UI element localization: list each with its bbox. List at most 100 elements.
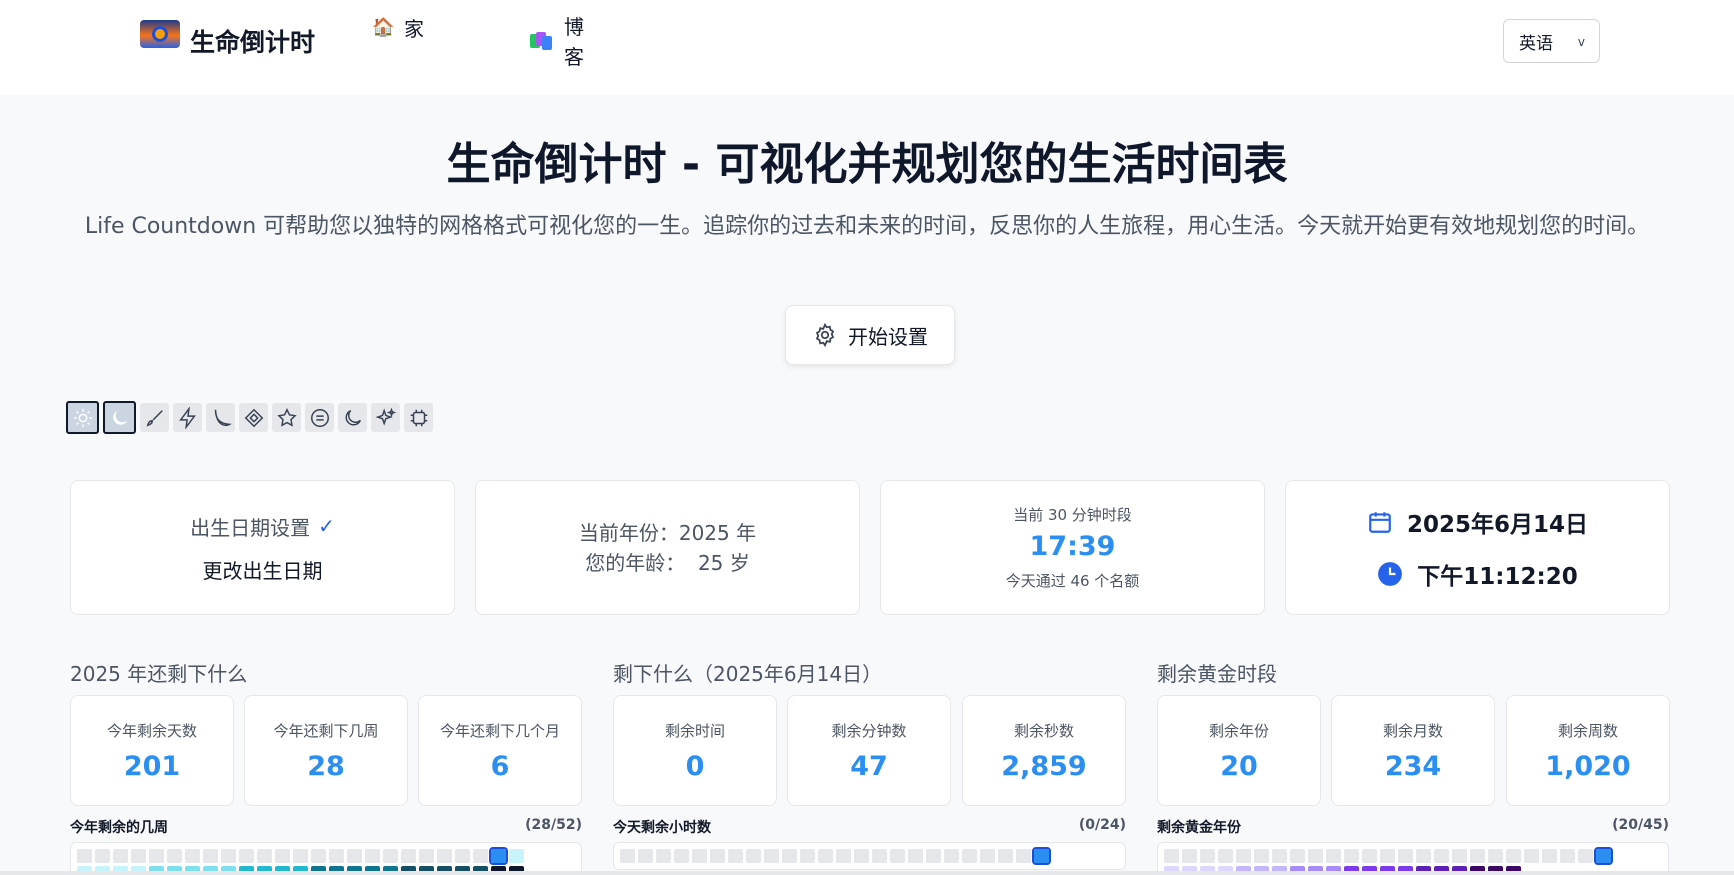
stat-value: 2,859 [1001, 750, 1087, 782]
gear-icon [815, 322, 835, 348]
theme-crescent-button[interactable] [206, 403, 235, 432]
current-year: 当前年份：2025 年 [578, 520, 757, 545]
year-age-card: 当前年份：2025 年 您的年龄： 25 岁 [475, 480, 860, 615]
grid-cell [1542, 849, 1557, 863]
theme-minimal-button[interactable] [305, 403, 334, 432]
stat-value: 47 [850, 750, 888, 782]
grid-cell [401, 849, 416, 863]
grid-cell [1398, 849, 1413, 863]
grid-cell [419, 849, 434, 863]
grid-cell [113, 849, 128, 863]
stat-value: 0 [685, 750, 705, 782]
nav-blog-link[interactable]: 博客 [530, 12, 586, 72]
moon-outline-icon [345, 409, 361, 425]
time-slot-value: 17:39 [1029, 531, 1116, 562]
grid-cell [674, 849, 689, 863]
grid-cell [890, 849, 905, 863]
minus-circle-icon [310, 408, 329, 427]
chevron-down-icon: v [1577, 35, 1585, 49]
weeks-grid-title: 今年剩余的几周 [70, 820, 168, 836]
grid-cell [1308, 849, 1323, 863]
grid-cell [1434, 849, 1449, 863]
top-navigation-bar: 生命倒计时 🏠 家 博客 英语 v [0, 0, 1734, 95]
theme-dark-button[interactable] [103, 401, 136, 434]
current-date: 2025年6月14日 [1406, 511, 1589, 538]
grid-cell [1032, 847, 1051, 865]
golden-years-grid-count: (20/45) [1612, 817, 1669, 833]
stat-label: 剩余分钟数 [831, 721, 907, 740]
grid-cell [1416, 849, 1431, 863]
stat-label: 今年剩余天数 [106, 721, 197, 740]
grid-cell [1272, 849, 1287, 863]
section-title-today: 剩下什么（2025年6月14日） [613, 662, 883, 686]
time-slot-note: 今天通过 46 个名额 [1005, 572, 1140, 590]
hours-grid-count: (0/24) [1078, 817, 1126, 833]
grid-cell [836, 849, 851, 863]
theme-art-button[interactable] [140, 403, 169, 432]
stat-card: 今年还剩下几个月 6 [418, 695, 582, 806]
stat-card: 今年剩余天数 201 [70, 695, 234, 806]
brand-title[interactable]: 生命倒计时 [190, 23, 315, 59]
current-age: 您的年龄： 25 岁 [585, 550, 750, 575]
grid-cell [1578, 849, 1593, 863]
grid-cell [275, 849, 290, 863]
change-birth-date-link[interactable]: 更改出生日期 [203, 555, 323, 584]
theme-tag-button[interactable] [239, 403, 268, 432]
sun-icon [73, 408, 92, 427]
nav-home-link[interactable]: 🏠 家 [372, 13, 424, 42]
grid-cell [167, 849, 182, 863]
grid-cell [1506, 849, 1521, 863]
grid-cell [1016, 849, 1031, 863]
grid-cell [1164, 849, 1179, 863]
grid-cell [329, 849, 344, 863]
grid-cell [926, 849, 941, 863]
grid-cell [1560, 849, 1575, 863]
theme-sparkle-button[interactable] [371, 403, 400, 432]
logo-icon[interactable] [140, 20, 180, 48]
grid-cell [257, 849, 272, 863]
nav-home-label: 家 [404, 17, 424, 41]
grid-cell [1182, 849, 1197, 863]
grid-cell [221, 849, 236, 863]
theme-night-button[interactable] [338, 403, 367, 432]
stat-label: 剩余周数 [1557, 721, 1618, 740]
grid-cell [95, 849, 110, 863]
theme-light-button[interactable] [66, 401, 99, 434]
section-title-year: 2025 年还剩下什么 [70, 662, 248, 686]
tag-icon [244, 408, 263, 427]
stat-value: 1,020 [1545, 750, 1631, 782]
grid-cell [509, 849, 524, 863]
nav-blog-label: 博客 [564, 15, 584, 69]
grid-cell [1290, 849, 1305, 863]
moon-icon [112, 410, 127, 425]
start-setup-label: 开始设置 [848, 324, 928, 349]
lightning-icon [178, 406, 196, 429]
brush-icon [146, 409, 163, 426]
theme-energy-button[interactable] [173, 403, 202, 432]
grid-cell [1488, 849, 1503, 863]
grid-cell [1200, 849, 1215, 863]
grid-cell [800, 849, 815, 863]
grid-cell [185, 849, 200, 863]
birth-date-card[interactable]: 出生日期设置 ✓ 更改出生日期 [70, 480, 455, 615]
language-select[interactable]: 英语 v [1503, 19, 1600, 63]
crescent-icon [214, 409, 232, 426]
grid-cell [1326, 849, 1341, 863]
grid-cell [383, 849, 398, 863]
grid-cell [908, 849, 923, 863]
theme-tech-button[interactable] [404, 403, 433, 432]
grid-cell [77, 849, 92, 863]
stat-card: 今年还剩下几周 28 [244, 695, 408, 806]
stat-label: 今年还剩下几周 [273, 721, 379, 740]
start-setup-button[interactable]: 开始设置 [785, 305, 955, 365]
grid-cell [620, 849, 635, 863]
stat-label: 今年还剩下几个月 [439, 721, 560, 740]
grid-cell [728, 849, 743, 863]
theme-star-button[interactable] [272, 403, 301, 432]
chip-icon [410, 409, 427, 426]
stat-card: 剩余月数 234 [1331, 695, 1495, 806]
grid-cell [1524, 849, 1539, 863]
books-icon [530, 30, 552, 52]
grid-cell [1218, 849, 1233, 863]
grid-cell [203, 849, 218, 863]
